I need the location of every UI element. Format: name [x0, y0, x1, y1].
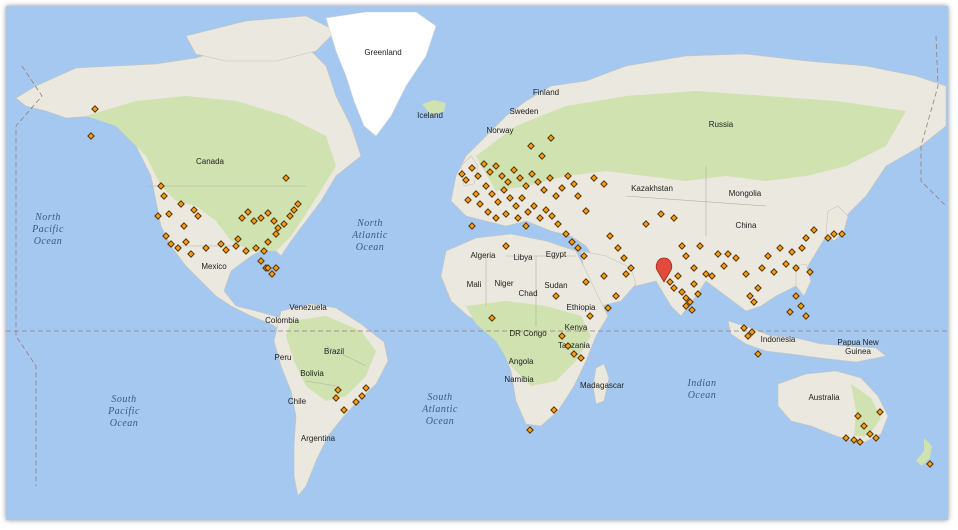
- label-sudan: Sudan: [544, 281, 567, 290]
- label-south-pacific-ocean: South Pacific Ocean: [107, 394, 140, 429]
- label-namibia: Namibia: [504, 375, 534, 384]
- label-mali: Mali: [467, 280, 482, 289]
- label-chad: Chad: [518, 289, 537, 298]
- location-marker[interactable]: [574, 244, 582, 252]
- label-indonesia: Indonesia: [761, 335, 796, 344]
- svg-text:Pacific: Pacific: [31, 224, 64, 235]
- label-papua-new: Papua New: [837, 338, 879, 347]
- svg-text:Ocean: Ocean: [356, 242, 385, 253]
- location-marker[interactable]: [272, 264, 280, 272]
- svg-text:Ocean: Ocean: [34, 236, 63, 247]
- svg-text:Atlantic: Atlantic: [421, 404, 458, 415]
- location-marker[interactable]: [792, 292, 800, 300]
- label-finland: Finland: [533, 88, 559, 97]
- label-norway: Norway: [486, 126, 513, 135]
- label-indian-ocean: Indian Ocean: [686, 378, 716, 401]
- label-russia: Russia: [709, 120, 734, 129]
- svg-text:Ocean: Ocean: [688, 390, 717, 401]
- label-canada: Canada: [196, 157, 225, 166]
- label-australia: Australia: [808, 393, 840, 402]
- label-sweden: Sweden: [510, 107, 539, 116]
- svg-text:Indian: Indian: [686, 378, 716, 389]
- svg-text:Pacific: Pacific: [107, 406, 140, 417]
- label-iceland: Iceland: [417, 111, 443, 120]
- location-marker[interactable]: [268, 270, 276, 278]
- location-marker[interactable]: [802, 312, 810, 320]
- label-north-pacific-ocean: North Pacific Ocean: [31, 212, 64, 247]
- label-north-atlantic-ocean: North Atlantic Ocean: [351, 218, 388, 253]
- location-marker[interactable]: [797, 302, 805, 310]
- label-peru: Peru: [275, 353, 292, 362]
- label-niger: Niger: [494, 279, 513, 288]
- location-marker[interactable]: [526, 426, 534, 434]
- location-marker[interactable]: [754, 350, 762, 358]
- location-marker[interactable]: [522, 222, 530, 230]
- label-tanzania: Tanzania: [558, 341, 591, 350]
- label-greenland: Greenland: [364, 48, 401, 57]
- location-marker[interactable]: [786, 308, 794, 316]
- svg-text:Atlantic: Atlantic: [351, 230, 388, 241]
- label-dr-congo: DR Congo: [509, 329, 547, 338]
- location-marker[interactable]: [926, 460, 934, 468]
- svg-text:North: North: [356, 218, 383, 229]
- svg-text:Ocean: Ocean: [110, 418, 139, 429]
- label-bolivia: Bolivia: [300, 369, 324, 378]
- location-marker[interactable]: [604, 304, 612, 312]
- svg-text:South: South: [427, 392, 452, 403]
- world-map[interactable]: Greenland Iceland Finland Sweden Norway …: [6, 6, 948, 520]
- label-brazil: Brazil: [324, 347, 344, 356]
- label-venezuela: Venezuela: [289, 303, 327, 312]
- label-kenya: Kenya: [565, 323, 588, 332]
- label-colombia: Colombia: [265, 316, 299, 325]
- svg-text:North: North: [34, 212, 61, 223]
- dateline-left: [15, 65, 43, 486]
- location-marker[interactable]: [468, 222, 476, 230]
- location-marker[interactable]: [568, 238, 576, 246]
- label-mongolia: Mongolia: [729, 189, 762, 198]
- label-kazakhstan: Kazakhstan: [631, 184, 673, 193]
- label-libya: Libya: [513, 253, 533, 262]
- location-marker[interactable]: [688, 306, 696, 314]
- location-marker[interactable]: [257, 257, 265, 265]
- label-china: China: [736, 221, 757, 230]
- label-egypt: Egypt: [546, 250, 567, 259]
- label-south-atlantic-ocean: South Atlantic Ocean: [421, 392, 458, 427]
- map-container[interactable]: Greenland Iceland Finland Sweden Norway …: [6, 6, 948, 520]
- label-mexico: Mexico: [201, 262, 227, 271]
- label-chile: Chile: [288, 397, 307, 406]
- svg-text:Ocean: Ocean: [426, 416, 455, 427]
- label-ethiopia: Ethiopia: [567, 303, 596, 312]
- svg-text:South: South: [111, 394, 136, 405]
- label-madagascar: Madagascar: [580, 381, 624, 390]
- label-angola: Angola: [509, 357, 534, 366]
- location-marker[interactable]: [87, 132, 95, 140]
- label-algeria: Algeria: [471, 251, 496, 260]
- label-argentina: Argentina: [301, 434, 336, 443]
- label-guinea: Guinea: [845, 347, 871, 356]
